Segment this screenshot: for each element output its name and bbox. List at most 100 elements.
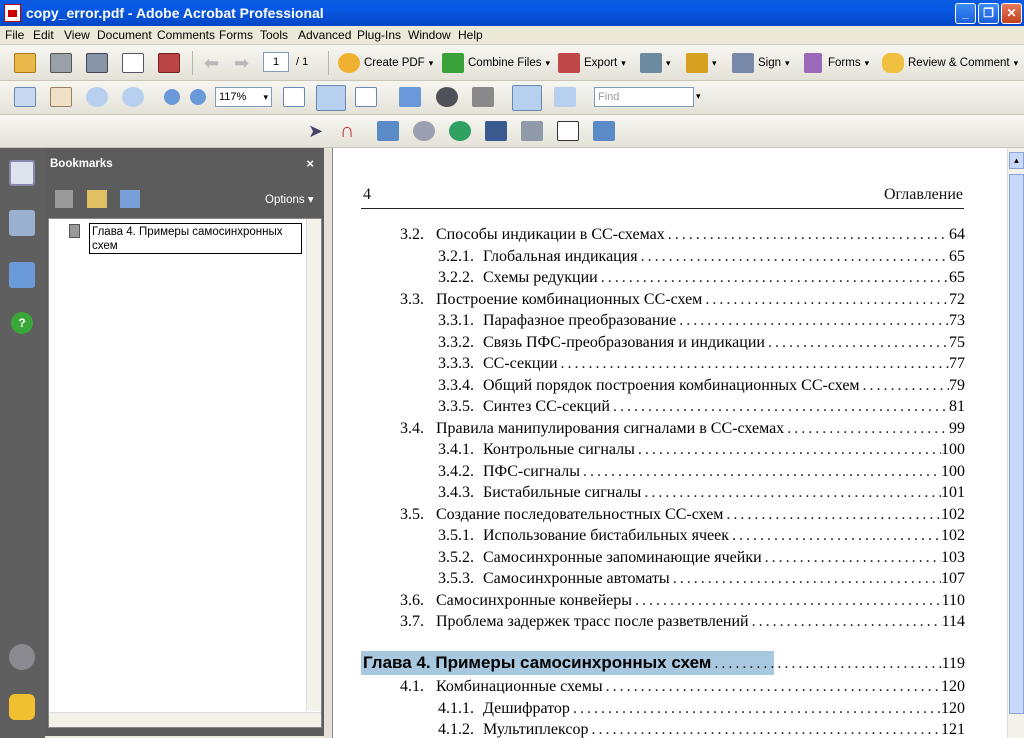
new-bookmark-icon[interactable] <box>87 190 107 208</box>
toc-row[interactable]: 3.4.1. Контрольные сигналы...............… <box>438 441 965 459</box>
menu-tools[interactable]: Tools <box>260 28 288 42</box>
3d-object-icon[interactable] <box>449 121 471 141</box>
touchup-text-icon[interactable]: ∩ <box>340 120 354 143</box>
article-icon[interactable] <box>593 121 615 141</box>
email-icon[interactable] <box>122 53 144 73</box>
toc-title: Связь ПФС-преобразования и индикации <box>483 333 765 351</box>
toc-row[interactable]: 3.3.4. Общий порядок построения комбинаци… <box>438 377 965 395</box>
toc-row[interactable]: 3.2.2. Схемы редукции....................… <box>438 269 965 287</box>
toc-row[interactable]: 3.5.2. Самосинхронные запоминающие ячейки… <box>438 549 965 567</box>
zoom-out-icon[interactable] <box>164 89 180 105</box>
dynamic-zoom-icon[interactable] <box>122 87 144 107</box>
toc-row[interactable]: 3.2. Способы индикации в СС-схемах.......… <box>400 226 965 244</box>
toc-leader: ........................................… <box>705 290 949 308</box>
toc-row[interactable]: 3.4.3. Бистабильные сигналы..............… <box>438 484 965 502</box>
secure-button[interactable] <box>686 53 717 73</box>
toc-row[interactable]: 3.3.1. Парафазное преобразование.........… <box>438 312 965 330</box>
panel-splitter[interactable] <box>324 148 332 738</box>
hand-tool-icon[interactable] <box>50 87 72 107</box>
help-icon[interactable]: ? <box>11 312 33 334</box>
toc-row[interactable]: 3.3.3. СС-секции.........................… <box>438 355 965 373</box>
bridge-search-icon[interactable] <box>158 53 180 73</box>
toc-row[interactable]: 4.1. Комбинационные схемы................… <box>400 678 965 696</box>
options-menu[interactable]: Options ▾ <box>265 192 314 206</box>
document-vertical-scrollbar[interactable]: ▲ <box>1007 148 1024 738</box>
text-field-icon[interactable] <box>557 121 579 141</box>
toc-row[interactable]: 3.2.1. Глобальная индикация..............… <box>438 248 965 266</box>
forms-button[interactable]: Forms <box>804 53 869 73</box>
actual-size-icon[interactable] <box>283 87 305 107</box>
full-screen-icon[interactable] <box>554 87 576 107</box>
next-page-icon[interactable]: ➡ <box>234 53 249 74</box>
sign-button[interactable]: Sign <box>732 53 790 73</box>
crop-icon[interactable] <box>377 121 399 141</box>
find-options-chevron-icon[interactable]: ▾ <box>696 91 701 102</box>
toc-row[interactable]: 3.4.2. ПФС-сигналы.......................… <box>438 463 965 481</box>
zoom-in-icon[interactable] <box>190 89 206 105</box>
model-tree-panel-icon[interactable] <box>9 262 35 288</box>
menu-edit[interactable]: Edit <box>33 28 54 42</box>
select-tool-icon[interactable] <box>14 87 36 107</box>
toc-row[interactable]: 3.3.2. Связь ПФС-преобразования и индикац… <box>438 334 965 352</box>
signatures-panel-icon[interactable] <box>9 210 35 236</box>
movie-icon[interactable] <box>485 121 507 141</box>
minimize-button[interactable]: _ <box>955 3 976 24</box>
close-button[interactable]: ✕ <box>1001 3 1022 24</box>
toc-row[interactable]: 3.4. Правила манипулирования сигналами в … <box>400 420 965 438</box>
review-comment-button[interactable]: Review & Comment <box>882 53 1018 73</box>
bookmarks-vertical-scrollbar[interactable] <box>306 219 321 711</box>
bookmarks-panel-icon[interactable] <box>9 160 35 186</box>
find-input[interactable]: Find <box>594 87 694 107</box>
marquee-zoom-icon[interactable] <box>86 87 108 107</box>
chapter-heading[interactable]: Глава 4. Примеры самосинхронных схем ...… <box>363 653 965 673</box>
document-page: 4 Оглавление 3.2. Способы индикации в СС-… <box>332 148 1007 738</box>
scroll-thumb[interactable] <box>1009 174 1024 714</box>
snapshot-icon[interactable] <box>399 87 421 107</box>
camera-icon[interactable] <box>472 87 494 107</box>
attachments-paperclip-icon[interactable] <box>9 644 35 670</box>
menu-advanced[interactable]: Advanced <box>298 28 351 42</box>
print-icon[interactable] <box>50 53 72 73</box>
toc-row[interactable]: 3.7. Проблема задержек трасс после развет… <box>400 613 965 631</box>
toc-row[interactable]: 3.5.1. Использование бистабильных ячеек..… <box>438 527 965 545</box>
open-folder-icon[interactable] <box>14 53 36 73</box>
menu-file[interactable]: File <box>5 28 24 42</box>
menu-comments[interactable]: Comments <box>157 28 215 42</box>
bookmark-item[interactable]: Глава 4. Примеры самосинхронных схем <box>89 223 302 254</box>
toc-row[interactable]: 3.5. Создание последовательностных СС-схе… <box>400 506 965 524</box>
comments-panel-icon[interactable] <box>9 694 35 720</box>
fit-page-icon[interactable] <box>355 87 377 107</box>
expand-bookmark-icon[interactable] <box>120 190 140 208</box>
sound-icon[interactable] <box>521 121 543 141</box>
menu-plugins[interactable]: Plug-Ins <box>357 28 401 42</box>
menu-window[interactable]: Window <box>408 28 451 42</box>
toc-row[interactable]: 3.3. Построение комбинационных СС-схем...… <box>400 291 965 309</box>
toc-row[interactable]: 3.6. Самосинхронные конвейеры............… <box>400 592 965 610</box>
menu-forms[interactable]: Forms <box>219 28 253 42</box>
save-icon[interactable] <box>86 53 108 73</box>
single-page-continuous-icon[interactable] <box>512 85 542 111</box>
zoom-input[interactable]: 117% ▾ <box>215 87 272 107</box>
close-panel-icon[interactable]: × <box>306 156 314 171</box>
link-icon[interactable] <box>413 121 435 141</box>
toc-row[interactable]: 3.3.5. Синтез СС-секций..................… <box>438 398 965 416</box>
menu-help[interactable]: Help <box>458 28 483 42</box>
delete-bookmark-icon[interactable] <box>55 190 73 208</box>
export-button[interactable]: Export <box>558 53 626 73</box>
collaborate-button[interactable] <box>640 53 671 73</box>
toc-row[interactable]: 4.1.2. Мультиплексор.....................… <box>438 721 965 738</box>
maximize-button[interactable]: ❐ <box>978 3 999 24</box>
page-number-input[interactable]: 1 <box>263 52 289 72</box>
loupe-icon[interactable] <box>436 87 458 107</box>
toc-row[interactable]: 4.1.1. Дешифратор........................… <box>438 700 965 718</box>
scroll-up-icon[interactable]: ▲ <box>1009 152 1024 169</box>
create-pdf-button[interactable]: Create PDF <box>338 53 433 73</box>
combine-files-button[interactable]: Combine Files <box>442 53 550 73</box>
menu-view[interactable]: View <box>64 28 90 42</box>
toc-row[interactable]: 3.5.3. Самосинхронные автоматы...........… <box>438 570 965 588</box>
bookmarks-horizontal-scrollbar[interactable] <box>49 712 321 727</box>
menu-document[interactable]: Document <box>97 28 152 42</box>
object-select-icon[interactable]: ➤ <box>308 121 323 142</box>
previous-page-icon[interactable]: ⬅ <box>204 53 219 74</box>
fit-width-icon[interactable] <box>316 85 346 111</box>
